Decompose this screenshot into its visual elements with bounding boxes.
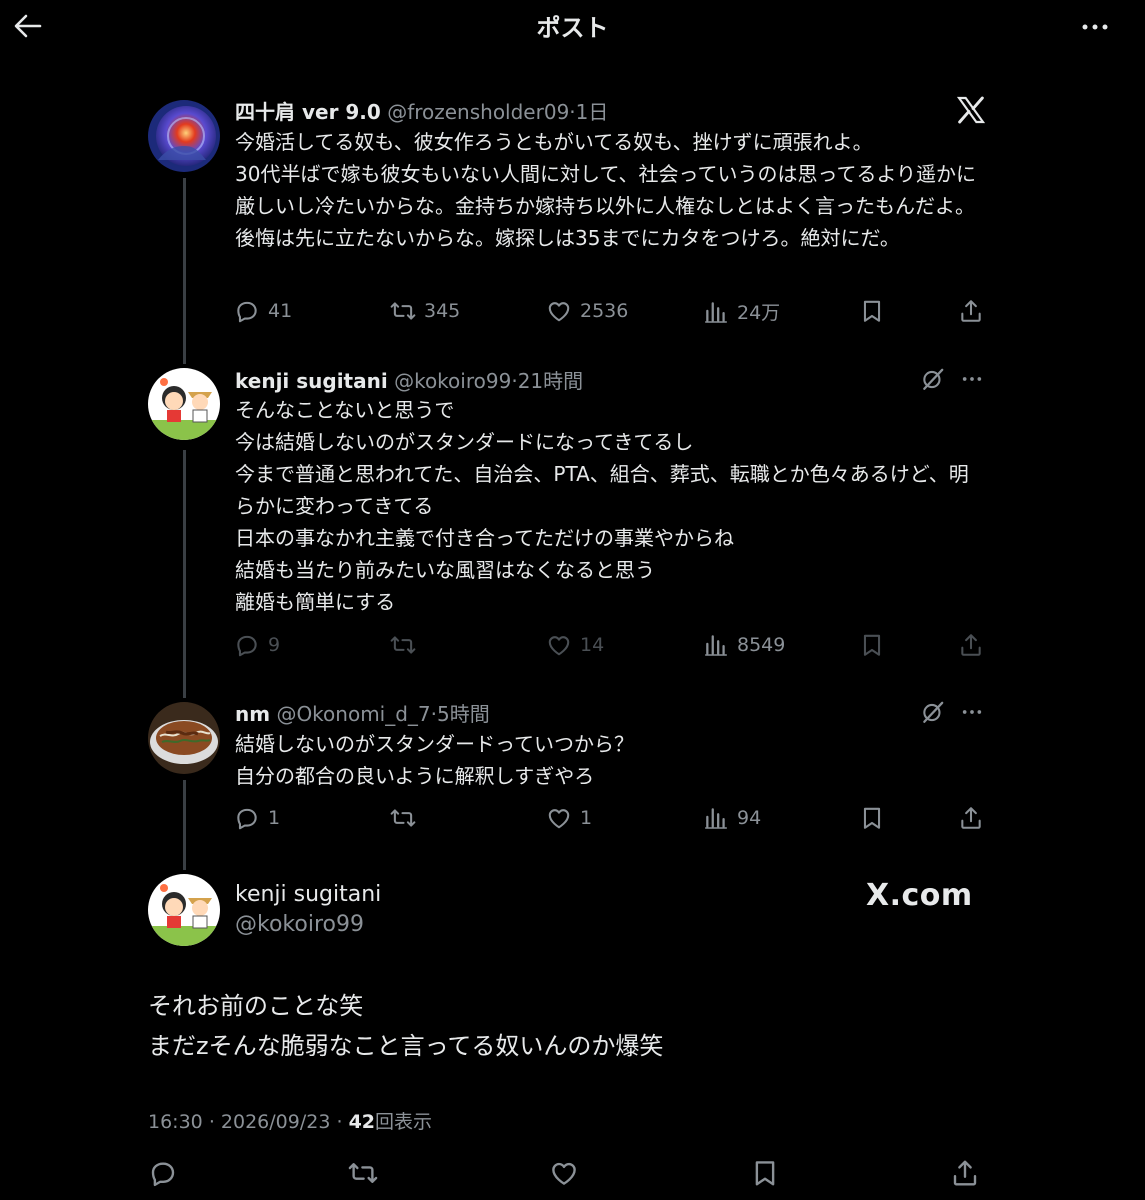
main-tweet-text: それお前のことな笑 まだzそんな脆弱なこと言ってる奴いんのか爆笑 xyxy=(148,992,664,1060)
user-handle[interactable]: @Okonomi_d_7 xyxy=(276,702,430,726)
thread-line xyxy=(183,178,186,364)
retweet-button[interactable] xyxy=(390,632,424,658)
avatar[interactable] xyxy=(148,368,220,440)
views-button[interactable]: 8549 xyxy=(703,632,785,658)
comment-icon xyxy=(234,298,260,324)
bookmark-icon xyxy=(859,805,885,831)
views-count: 42 xyxy=(348,1111,376,1133)
comment-icon xyxy=(148,1158,178,1188)
heart-icon xyxy=(546,805,572,831)
separator-dot: · xyxy=(336,1111,343,1133)
avatar[interactable] xyxy=(148,702,220,774)
tweet-actions: 1 1 94 xyxy=(0,803,1145,837)
tweet-text: そんなことないと思うで 今は結婚しないのがスタンダードになってきてるし 今まで普… xyxy=(235,398,969,614)
like-count: 14 xyxy=(580,634,605,656)
like-button[interactable]: 1 xyxy=(546,805,592,831)
avatar[interactable] xyxy=(148,100,220,172)
like-button[interactable] xyxy=(549,1158,579,1188)
like-button[interactable]: 2536 xyxy=(546,298,628,324)
reply-button[interactable] xyxy=(148,1158,178,1188)
like-button[interactable]: 14 xyxy=(546,632,604,658)
reply-button[interactable]: 9 xyxy=(234,632,280,658)
bar-chart-icon xyxy=(703,805,729,831)
share-icon xyxy=(958,632,984,658)
x-com-watermark: X.com xyxy=(866,878,973,913)
tweet-actions: 9 14 8549 xyxy=(0,630,1145,664)
comment-icon xyxy=(234,805,260,831)
display-name[interactable]: 四十肩 ver 9.0 xyxy=(235,100,381,124)
display-name[interactable]: nm xyxy=(235,702,270,726)
bookmark-icon xyxy=(859,632,885,658)
main-tweet-actions xyxy=(0,1158,1145,1192)
retweet-button[interactable] xyxy=(390,805,424,831)
bookmark-button[interactable] xyxy=(859,298,885,324)
more-options-icon[interactable] xyxy=(1078,12,1112,42)
bookmark-icon xyxy=(750,1158,780,1188)
timestamp[interactable]: 1日 xyxy=(576,100,609,124)
views-button[interactable]: 24万 xyxy=(703,298,780,325)
display-name[interactable]: kenji sugitani xyxy=(235,369,388,393)
heart-icon xyxy=(546,632,572,658)
heart-icon xyxy=(549,1158,579,1188)
grok-icon[interactable] xyxy=(920,699,946,729)
reply-count: 41 xyxy=(268,300,293,322)
bar-chart-icon xyxy=(703,299,729,325)
retweet-button[interactable] xyxy=(348,1158,378,1188)
views-button[interactable]: 94 xyxy=(703,805,761,831)
like-count: 2536 xyxy=(580,300,629,322)
timestamp[interactable]: 5時間 xyxy=(437,702,490,726)
tweet-header: 四十肩 ver 9.0 @frozensholder09·1日 xyxy=(235,96,608,125)
reply-button[interactable]: 1 xyxy=(234,805,280,831)
user-handle[interactable]: @kokoiro99 xyxy=(394,369,511,393)
retweet-icon xyxy=(390,805,416,831)
share-button[interactable] xyxy=(950,1158,980,1188)
page-title: ポスト xyxy=(536,14,609,42)
tweet-header: kenji sugitani @kokoiro99·21時間 xyxy=(235,365,583,394)
timestamp[interactable]: 21時間 xyxy=(518,369,583,393)
display-name[interactable]: kenji sugitani xyxy=(235,882,381,907)
retweet-count: 345 xyxy=(424,300,461,322)
tweet-header: nm @Okonomi_d_7·5時間 xyxy=(235,698,490,727)
tweet-actions: 41 345 2536 24万 xyxy=(0,296,1145,330)
retweet-icon xyxy=(390,632,416,658)
user-handle[interactable]: @frozensholder09 xyxy=(387,100,569,124)
heart-icon xyxy=(546,298,572,324)
share-icon xyxy=(958,298,984,324)
bookmark-icon xyxy=(859,298,885,324)
retweet-icon xyxy=(348,1158,378,1188)
share-icon xyxy=(950,1158,980,1188)
share-button[interactable] xyxy=(958,805,984,831)
bar-chart-icon xyxy=(703,632,729,658)
post-time[interactable]: 16:30 xyxy=(148,1111,203,1133)
user-handle[interactable]: @kokoiro99 xyxy=(235,912,364,937)
retweet-button[interactable]: 345 xyxy=(390,298,460,324)
view-count: 24万 xyxy=(737,302,781,324)
x-logo-icon[interactable] xyxy=(955,94,987,126)
view-count: 8549 xyxy=(737,634,786,656)
tweet-meta: 16:30 · 2026/09/23 · 42回表示 xyxy=(148,1107,432,1134)
reply-count: 9 xyxy=(268,634,281,656)
avatar[interactable] xyxy=(148,874,220,946)
post-date[interactable]: 2026/09/23 xyxy=(221,1111,331,1133)
reply-button[interactable]: 41 xyxy=(234,298,292,324)
separator-dot: · xyxy=(208,1111,215,1133)
bookmark-button[interactable] xyxy=(750,1158,780,1188)
share-icon xyxy=(958,805,984,831)
share-button[interactable] xyxy=(958,632,984,658)
more-options-icon[interactable] xyxy=(960,368,984,394)
view-count: 94 xyxy=(737,807,762,829)
retweet-icon xyxy=(390,298,416,324)
bookmark-button[interactable] xyxy=(859,632,885,658)
bookmark-button[interactable] xyxy=(859,805,885,831)
share-button[interactable] xyxy=(958,298,984,324)
comment-icon xyxy=(234,632,260,658)
like-count: 1 xyxy=(580,807,593,829)
tweet-text: 結婚しないのがスタンダードっていつから？ 自分の都合の良いように解釈しすぎやろ xyxy=(235,732,634,788)
tweet-text: 今婚活してる奴も、彼女作ろうともがいてる奴も、挫けずに頑張れよ。 30代半ばで嫁… xyxy=(235,130,977,250)
reply-count: 1 xyxy=(268,807,281,829)
views-label: 回表示 xyxy=(375,1111,433,1133)
more-options-icon[interactable] xyxy=(960,701,984,727)
grok-icon[interactable] xyxy=(920,366,946,396)
